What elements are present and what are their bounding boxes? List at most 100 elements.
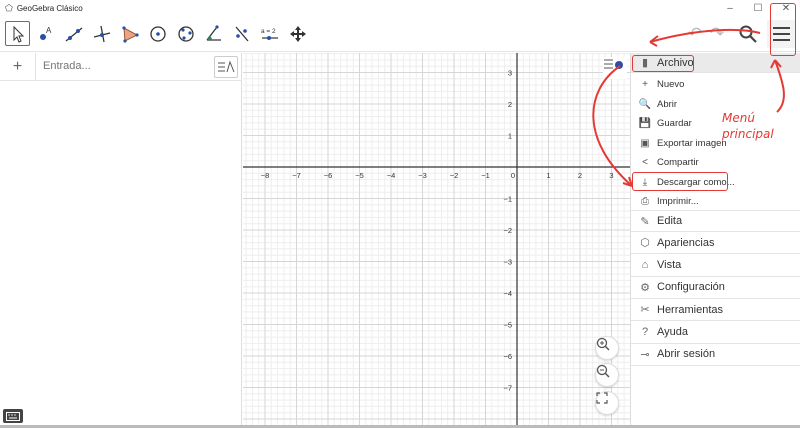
menu-abrir-label: Abrir bbox=[657, 98, 678, 110]
menu-configuracion[interactable]: ⚙ Configuración bbox=[631, 277, 800, 299]
edita-icon: ✎ bbox=[640, 215, 650, 228]
graphics-style-button[interactable] bbox=[603, 57, 627, 79]
x-tick-label: −5 bbox=[355, 171, 364, 180]
annotation-box-descargar bbox=[632, 172, 728, 191]
point-tool-icon: A bbox=[39, 26, 52, 40]
y-tick-label: −6 bbox=[503, 352, 512, 361]
menu-ayuda-label: Ayuda bbox=[657, 326, 688, 338]
menu-exportar-imagen[interactable]: ▣ Exportar imagen bbox=[631, 134, 800, 153]
nuevo-icon: + bbox=[642, 79, 648, 90]
abrir-icon: 🔍 bbox=[638, 98, 652, 110]
title-bar: ⬠ GeoGebra Clásico – ☐ ✕ bbox=[0, 0, 800, 16]
point-tool-button[interactable]: A bbox=[33, 21, 58, 46]
guardar-icon: 💾 bbox=[638, 118, 652, 129]
herramientas-icon: ✂ bbox=[640, 304, 650, 317]
vista-icon: ⌂ bbox=[641, 259, 649, 272]
x-tick-label: −2 bbox=[450, 171, 459, 180]
exportar-imagen-icon: ▣ bbox=[640, 137, 650, 149]
virtual-keyboard-button[interactable] bbox=[3, 409, 23, 423]
ayuda-icon: ? bbox=[641, 326, 649, 338]
window-title: GeoGebra Clásico bbox=[16, 3, 83, 13]
graphics-view[interactable]: −8 −7 −6 −5 −4 −3 −2 −1 0 1 2 3 3 2 1 −1 −2 −3 −4 −5 −6 −7 bbox=[243, 53, 630, 425]
polygon-tool-icon bbox=[121, 25, 139, 43]
circle-center-tool-button[interactable] bbox=[145, 21, 170, 46]
slider-tool-button[interactable]: a = 2 bbox=[257, 21, 282, 46]
menu-herramientas-label: Herramientas bbox=[657, 303, 724, 316]
annotation-line-2: principal bbox=[722, 127, 774, 141]
algebra-view: + bbox=[0, 53, 242, 425]
y-tick-label: 2 bbox=[508, 100, 512, 109]
menu-configuracion-label: Configuración bbox=[657, 281, 725, 294]
abrir-sesion-icon: ⊸ bbox=[640, 348, 650, 361]
menu-abrir-sesion[interactable]: ⊸ Abrir sesión bbox=[631, 344, 800, 366]
menu-nuevo-label: Nuevo bbox=[657, 79, 685, 90]
menu-apariencias[interactable]: ⬡ Apariencias bbox=[631, 232, 800, 255]
annotation-box-menu bbox=[770, 3, 796, 56]
zoom-in-button[interactable] bbox=[595, 336, 619, 360]
menu-edita-label: Edita bbox=[657, 215, 683, 227]
menu-guardar[interactable]: 💾 Guardar bbox=[631, 114, 800, 133]
search-button[interactable] bbox=[738, 24, 758, 49]
x-tick-label: −6 bbox=[324, 171, 333, 180]
menu-vista-label: Vista bbox=[657, 259, 682, 272]
fullscreen-button[interactable] bbox=[595, 391, 619, 415]
redo-button[interactable]: ↷ bbox=[710, 24, 724, 44]
angle-tool-button[interactable] bbox=[201, 21, 226, 46]
circle-3points-tool-icon bbox=[177, 25, 194, 42]
annotation-label: Menú principal bbox=[722, 110, 774, 142]
perpendicular-tool-icon bbox=[93, 25, 110, 42]
geogebra-logo-icon: ⬠ bbox=[5, 2, 13, 13]
menu-compartir-label: Compartir bbox=[657, 157, 699, 168]
x-tick-label: −1 bbox=[481, 171, 490, 180]
y-tick-label: −1 bbox=[503, 195, 512, 204]
y-tick-label: −2 bbox=[503, 226, 512, 235]
x-tick-label: −7 bbox=[292, 171, 301, 180]
menu-imprimir[interactable]: ⎙ Imprimir... bbox=[631, 192, 800, 211]
algebra-input[interactable] bbox=[43, 60, 183, 72]
menu-imprimir-label: Imprimir... bbox=[657, 196, 699, 207]
move-view-tool-button[interactable] bbox=[285, 21, 310, 46]
annotation-line-1: Menú bbox=[722, 111, 755, 125]
configuracion-icon: ⚙ bbox=[640, 281, 650, 294]
main-menu-panel: ▮ Archivo + Nuevo 🔍 Abrir 💾 Guardar ▣ Exportar … bbox=[630, 53, 800, 425]
minimize-button[interactable]: – bbox=[716, 0, 744, 16]
search-icon bbox=[739, 25, 757, 43]
x-tick-label: −4 bbox=[387, 171, 396, 180]
y-tick-label: −3 bbox=[503, 258, 512, 267]
y-tick-label: −7 bbox=[503, 384, 512, 393]
menu-vista[interactable]: ⌂ Vista bbox=[631, 255, 800, 277]
move-tool-button[interactable] bbox=[5, 21, 30, 46]
x-tick-label: −3 bbox=[418, 171, 427, 180]
line-tool-button[interactable] bbox=[61, 21, 86, 46]
add-object-button[interactable]: + bbox=[0, 53, 36, 81]
menu-ayuda[interactable]: ? Ayuda bbox=[631, 322, 800, 344]
maximize-button[interactable]: ☐ bbox=[744, 0, 772, 16]
geogebra-window: ⬠ GeoGebra Clásico – ☐ ✕ A a = 2 ↶ ↷ + E… bbox=[0, 0, 800, 428]
imprimir-icon: ⎙ bbox=[641, 196, 649, 207]
y-tick-label: 3 bbox=[508, 69, 512, 78]
x-tick-label: 1 bbox=[546, 171, 550, 180]
zoom-out-button[interactable] bbox=[595, 363, 619, 387]
circle-3points-tool-button[interactable] bbox=[173, 21, 198, 46]
algebra-input-row: + bbox=[0, 53, 242, 81]
x-tick-label: −8 bbox=[261, 171, 270, 180]
x-tick-label: 0 bbox=[511, 171, 515, 180]
algebra-style-icon bbox=[218, 60, 235, 73]
perpendicular-tool-button[interactable] bbox=[89, 21, 114, 46]
slider-tool-label: a = 2 bbox=[261, 28, 276, 35]
toolbar: A a = 2 ↶ ↷ bbox=[0, 16, 800, 52]
menu-herramientas[interactable]: ✂ Herramientas bbox=[631, 299, 800, 322]
menu-abrir-sesion-label: Abrir sesión bbox=[657, 348, 716, 361]
menu-compartir[interactable]: < Compartir bbox=[631, 153, 800, 172]
fullscreen-icon bbox=[596, 392, 608, 404]
polygon-tool-button[interactable] bbox=[117, 21, 142, 46]
undo-button[interactable]: ↶ bbox=[688, 24, 702, 44]
compartir-icon: < bbox=[642, 157, 648, 168]
menu-abrir[interactable]: 🔍 Abrir bbox=[631, 95, 800, 114]
coordinate-grid[interactable]: −8 −7 −6 −5 −4 −3 −2 −1 0 1 2 3 3 2 1 −1 −2 −3 −4 −5 −6 −7 bbox=[243, 53, 630, 425]
slider-tool-icon: a = 2 bbox=[261, 28, 278, 40]
reflect-tool-button[interactable] bbox=[229, 21, 254, 46]
menu-edita[interactable]: ✎ Edita bbox=[631, 210, 800, 232]
menu-nuevo[interactable]: + Nuevo bbox=[631, 75, 800, 94]
algebra-style-button[interactable] bbox=[214, 56, 238, 78]
